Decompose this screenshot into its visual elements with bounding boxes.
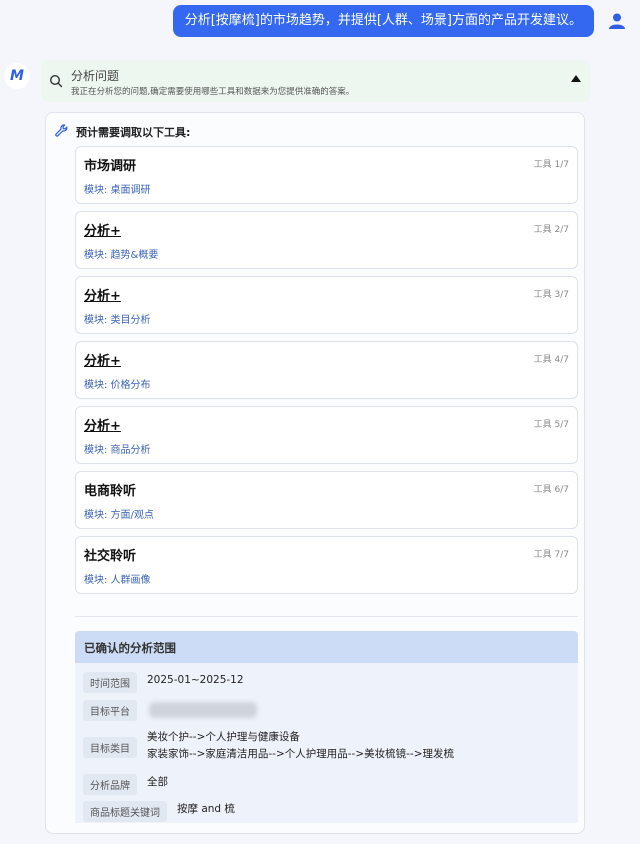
tool-module: 模块: 价格分布	[84, 380, 151, 391]
analysis-title: 分析问题	[71, 69, 120, 83]
tool-name: 分析+	[84, 289, 121, 304]
user-message-bubble: 分析[按摩梳]的市场趋势，并提供[人群、场景]方面的产品开发建议。	[172, 5, 594, 37]
tool-index: 工具 4/7	[533, 355, 569, 365]
tool-card[interactable]: 市场调研 工具 1/7 模块: 桌面调研	[75, 146, 578, 204]
tool-card[interactable]: 分析+ 工具 2/7 模块: 趋势&概要	[75, 211, 578, 269]
tool-module: 模块: 桌面调研	[84, 185, 151, 196]
divider	[75, 616, 578, 617]
analysis-section-header[interactable]: 分析问题 我正在分析您的问题,确定需要使用哪些工具和数据来为您提供准确的答案。	[41, 60, 591, 102]
tool-name: 分析+	[84, 419, 121, 434]
scope-row-keyword: 商品标题关键词 按摩 and 梳	[83, 801, 235, 822]
scope-row-platform: 目标平台	[83, 700, 257, 721]
tool-index: 工具 7/7	[533, 550, 569, 560]
scope-row-brand: 分析品牌 全部	[83, 774, 168, 795]
tool-card[interactable]: 分析+ 工具 5/7 模块: 商品分析	[75, 406, 578, 464]
scope-label: 商品标题关键词	[83, 801, 167, 822]
tools-heading: 预计需要调取以下工具:	[55, 122, 190, 141]
scope-value: 2025-01~2025-12	[147, 674, 244, 686]
scope-row-time: 时间范围 2025-01~2025-12	[83, 672, 244, 693]
tool-name: 市场调研	[84, 159, 137, 174]
tool-index: 工具 5/7	[533, 420, 569, 430]
wrench-icon	[55, 122, 68, 141]
scope-label: 目标平台	[83, 700, 137, 721]
tools-heading-label: 预计需要调取以下工具:	[76, 125, 191, 139]
scope-value: 美妆个护-->个人护理与健康设备 家装家饰-->家庭清洁用品-->个人护理用品-…	[147, 729, 454, 763]
scope-label: 分析品牌	[83, 774, 137, 795]
tool-card[interactable]: 电商聆听 工具 6/7 模块: 方面/观点	[75, 471, 578, 529]
category-line: 美妆个护-->个人护理与健康设备	[147, 731, 300, 743]
tools-panel: 预计需要调取以下工具: 市场调研 工具 1/7 模块: 桌面调研 分析+ 工具 …	[45, 112, 585, 834]
tool-index: 工具 3/7	[533, 290, 569, 300]
scope-label: 时间范围	[83, 672, 137, 693]
analysis-subtitle: 我正在分析您的问题,确定需要使用哪些工具和数据来为您提供准确的答案。	[71, 87, 355, 97]
scope-body: 时间范围 2025-01~2025-12 目标平台 目标类目 美妆个护-->个人…	[75, 663, 578, 823]
tool-index: 工具 2/7	[533, 225, 569, 235]
scope-value: 按摩 and 梳	[177, 803, 235, 815]
tool-module: 模块: 类目分析	[84, 315, 151, 326]
user-avatar-icon[interactable]	[604, 8, 630, 34]
tool-name: 社交聆听	[84, 549, 137, 564]
scope-value: 全部	[147, 776, 168, 788]
tool-module: 模块: 人群画像	[84, 575, 151, 586]
collapse-toggle-icon[interactable]	[571, 75, 581, 82]
tool-card[interactable]: 分析+ 工具 4/7 模块: 价格分布	[75, 341, 578, 399]
assistant-logo-icon: M	[4, 63, 30, 89]
chat-page: 分析[按摩梳]的市场趋势，并提供[人群、场景]方面的产品开发建议。 M 分析问题…	[0, 0, 640, 844]
tool-name: 分析+	[84, 354, 121, 369]
tool-module: 模块: 方面/观点	[84, 510, 154, 521]
tool-card[interactable]: 分析+ 工具 3/7 模块: 类目分析	[75, 276, 578, 334]
scope-row-category: 目标类目 美妆个护-->个人护理与健康设备 家装家饰-->家庭清洁用品-->个人…	[83, 729, 454, 763]
category-line: 家装家饰-->家庭清洁用品-->个人护理用品-->美妆梳镜-->理发梳	[147, 748, 455, 760]
redacted-value	[149, 702, 257, 718]
search-icon	[49, 73, 63, 92]
tool-index: 工具 1/7	[533, 160, 569, 170]
user-message-row: 分析[按摩梳]的市场趋势，并提供[人群、场景]方面的产品开发建议。	[172, 5, 630, 37]
tool-name: 电商聆听	[84, 484, 137, 499]
tool-module: 模块: 商品分析	[84, 445, 151, 456]
tool-card[interactable]: 社交聆听 工具 7/7 模块: 人群画像	[75, 536, 578, 594]
scope-header: 已确认的分析范围	[75, 631, 578, 663]
scope-label: 目标类目	[83, 737, 137, 758]
tool-index: 工具 6/7	[533, 485, 569, 495]
tool-name: 分析+	[84, 224, 121, 239]
tool-module: 模块: 趋势&概要	[84, 250, 159, 261]
